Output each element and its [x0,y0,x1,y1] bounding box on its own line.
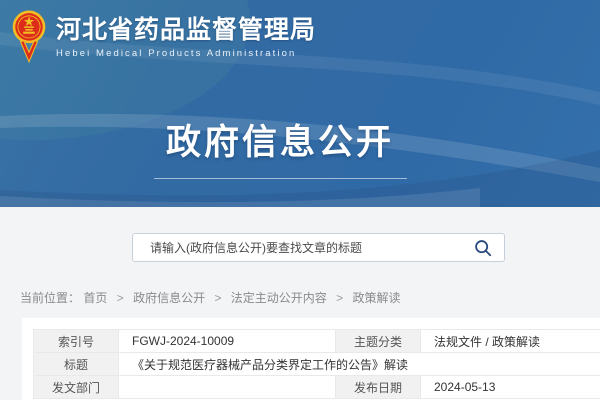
page: 河北省药品监督管理局 Hebei Medical Products Admini… [0,0,600,400]
publish-date-label: 发布日期 [336,376,421,399]
issuing-department-value [119,376,336,399]
topic-category-label: 主题分类 [336,330,421,353]
breadcrumb-item-policy-interpretation[interactable]: 政策解读 [353,291,401,305]
national-emblem-logo [12,10,46,66]
breadcrumb-separator: > [336,291,343,305]
table-row: 标题 《关于规范医疗器械产品分类界定工作的公告》解读 [34,353,600,376]
breadcrumb-item-home[interactable]: 首页 [83,291,107,305]
banner-title-block: 政府信息公开 [0,114,560,179]
site-header: 河北省药品监督管理局 Hebei Medical Products Admini… [0,0,600,207]
issuing-department-label: 发文部门 [34,376,119,399]
breadcrumb-separator: > [117,291,124,305]
search-input[interactable] [133,234,462,261]
index-number-label: 索引号 [34,330,119,353]
banner-underline [154,178,407,179]
search-icon [474,239,492,257]
breadcrumb-item-info-disclosure[interactable]: 政府信息公开 [133,291,205,305]
search-box [132,233,505,262]
table-row: 索引号 FGWJ-2024-10009 主题分类 法规文件 / 政策解读 [34,330,600,353]
topic-category-value: 法规文件 / 政策解读 [421,330,600,353]
document-info-table: 索引号 FGWJ-2024-10009 主题分类 法规文件 / 政策解读 标题 … [33,329,600,399]
breadcrumb-item-statutory-content[interactable]: 法定主动公开内容 [231,291,327,305]
breadcrumb: 当前位置： 首页 > 政府信息公开 > 法定主动公开内容 > 政策解读 [20,289,401,306]
breadcrumb-separator: > [214,291,221,305]
site-subtitle: Hebei Medical Products Administration [56,48,316,59]
title-value: 《关于规范医疗器械产品分类界定工作的公告》解读 [119,353,600,376]
banner-title: 政府信息公开 [0,114,560,165]
title-label: 标题 [34,353,119,376]
brand-text: 河北省药品监督管理局 Hebei Medical Products Admini… [56,10,316,59]
index-number-value: FGWJ-2024-10009 [119,330,336,353]
site-brand: 河北省药品监督管理局 Hebei Medical Products Admini… [12,10,316,66]
publish-date-value: 2024-05-13 [421,376,600,399]
table-row: 发文部门 发布日期 2024-05-13 [34,376,600,399]
site-title: 河北省药品监督管理局 [56,18,316,43]
search-button[interactable] [462,234,504,261]
content-panel: 索引号 FGWJ-2024-10009 主题分类 法规文件 / 政策解读 标题 … [22,318,600,400]
breadcrumb-prefix: 当前位置： [20,291,80,305]
